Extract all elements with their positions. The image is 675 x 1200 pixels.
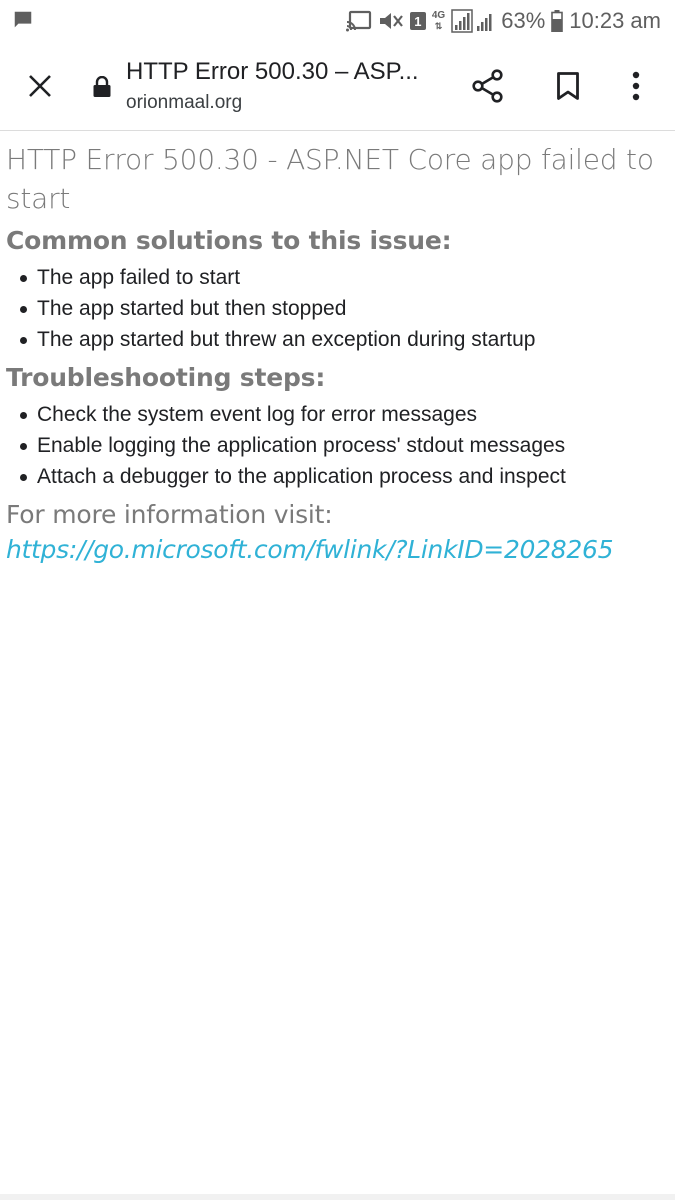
- status-icons: 1 4G ⇅ 63% 10:23 am: [345, 6, 661, 36]
- signal-icon: [451, 9, 495, 33]
- clock: 10:23 am: [569, 8, 661, 33]
- bookmark-icon: [557, 72, 579, 100]
- sim-badge: 1: [409, 12, 426, 30]
- network-type: 4G ⇅: [431, 10, 446, 32]
- close-button[interactable]: [20, 66, 60, 106]
- data-arrows-icon: ⇅: [434, 21, 443, 31]
- more-options-button[interactable]: [616, 66, 656, 106]
- more-info-text: For more information visit:: [6, 500, 333, 529]
- share-button[interactable]: [466, 66, 510, 106]
- close-icon: [29, 75, 51, 97]
- list-item: The app failed to start: [6, 262, 671, 293]
- list-item: Check the system event log for error mes…: [6, 399, 671, 430]
- list-item: Attach a debugger to the application pro…: [6, 461, 671, 492]
- list-item: Enable logging the application process' …: [6, 430, 671, 461]
- network-type-label: 4G: [431, 10, 446, 21]
- bookmark-button[interactable]: [546, 66, 590, 106]
- mute-icon: [378, 10, 404, 32]
- solutions-list: The app failed to start The app started …: [6, 262, 671, 355]
- list-item: The app started but threw an exception d…: [6, 324, 671, 355]
- bottom-divider: [0, 1194, 675, 1200]
- error-heading: HTTP Error 500.30 - ASP.NET Core app fai…: [6, 143, 654, 215]
- solutions-heading: Common solutions to this issue:: [6, 226, 452, 255]
- cast-icon: [345, 10, 372, 32]
- battery-percent: 63%: [501, 8, 546, 33]
- lock-icon[interactable]: [92, 75, 112, 98]
- page-content: HTTP Error 500.30 - ASP.NET Core app fai…: [6, 140, 671, 568]
- page-title: HTTP Error 500.30 – ASP...: [126, 58, 419, 85]
- custom-tab-toolbar: HTTP Error 500.30 – ASP... orionmaal.org: [0, 42, 675, 131]
- battery-icon: [551, 10, 564, 32]
- page-domain: orionmaal.org: [126, 92, 243, 113]
- more-info-link[interactable]: https://go.microsoft.com/fwlink/?LinkID=…: [6, 532, 671, 568]
- more-vert-icon: [632, 71, 640, 101]
- troubleshooting-heading: Troubleshooting steps:: [6, 363, 326, 392]
- troubleshooting-list: Check the system event log for error mes…: [6, 399, 671, 492]
- share-icon: [472, 69, 503, 103]
- list-item: The app started but then stopped: [6, 293, 671, 324]
- message-icon: [12, 9, 34, 36]
- status-bar: 1 4G ⇅ 63% 10:23 am: [0, 0, 675, 42]
